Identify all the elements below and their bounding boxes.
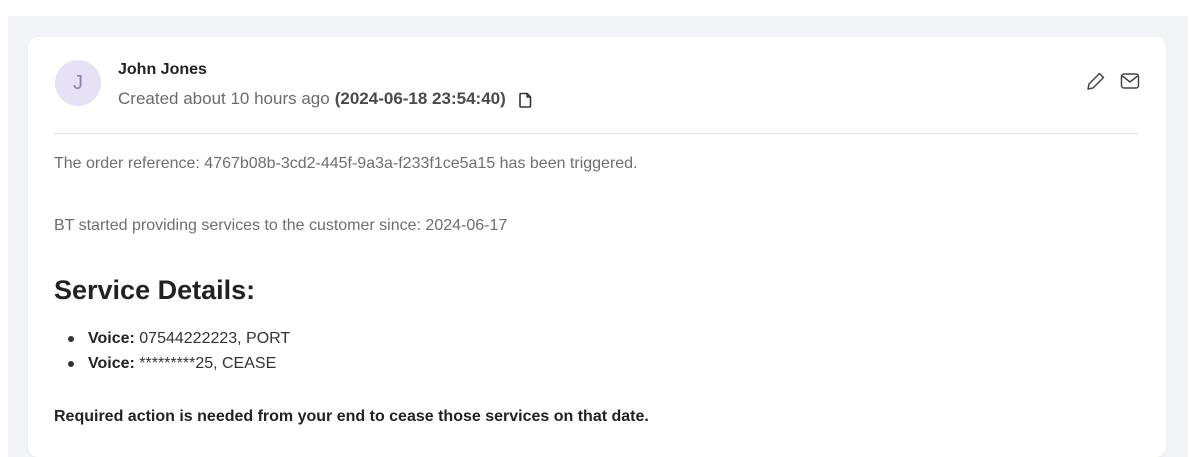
- service-label: Voice:: [88, 355, 135, 372]
- note-card: J John Jones Created about 10 hours ago …: [28, 37, 1166, 457]
- created-relative: Created about 10 hours ago: [118, 89, 330, 108]
- required-action-note: Required action is needed from your end …: [54, 408, 649, 425]
- list-item: Voice: 07544222223, PORT: [67, 326, 291, 351]
- order-reference-text: The order reference: 4767b08b-3cd2-445f-…: [54, 155, 638, 172]
- service-details-heading: Service Details:: [54, 275, 256, 305]
- author-name: John Jones: [118, 61, 207, 78]
- avatar: J: [55, 60, 101, 106]
- service-start-text: BT started providing services to the cus…: [54, 217, 508, 234]
- service-value: *********25, CEASE: [134, 355, 277, 372]
- avatar-initial: J: [73, 71, 83, 94]
- created-info: Created about 10 hours ago (2024-06-18 2…: [118, 89, 534, 109]
- header-divider: [54, 133, 1138, 134]
- service-value: 07544222223, PORT: [134, 330, 291, 347]
- card-actions: [1086, 71, 1140, 91]
- list-item: Voice: *********25, CEASE: [67, 351, 290, 376]
- copy-icon[interactable]: [516, 89, 534, 109]
- service-label: Voice:: [88, 330, 135, 347]
- service-list: Voice: 07544222223, PORT Voice: ********…: [54, 326, 290, 376]
- mail-icon[interactable]: [1120, 71, 1140, 91]
- created-timestamp: (2024-06-18 23:54:40): [334, 89, 506, 108]
- pencil-icon[interactable]: [1086, 71, 1106, 91]
